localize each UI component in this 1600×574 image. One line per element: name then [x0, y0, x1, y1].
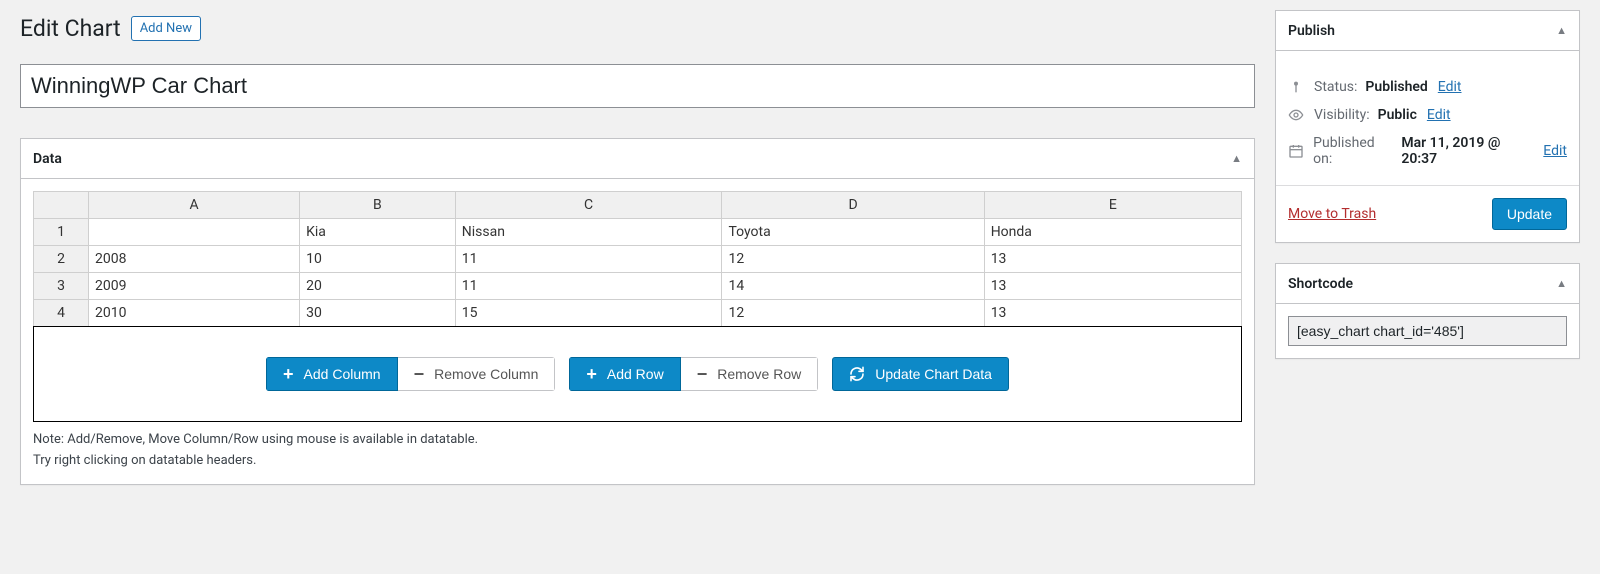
collapse-toggle-icon[interactable]: ▲ [1231, 152, 1242, 165]
cell[interactable]: Toyota [722, 219, 984, 246]
column-header[interactable]: E [984, 192, 1241, 219]
calendar-icon [1288, 143, 1305, 159]
publish-panel-title: Publish [1288, 23, 1335, 39]
data-panel: Data ▲ A B C D E [20, 138, 1255, 485]
cell[interactable]: 14 [722, 273, 984, 300]
note-text: Note: Add/Remove, Move Column/Row using … [33, 430, 1242, 451]
remove-column-button[interactable]: − Remove Column [398, 357, 556, 391]
edit-visibility-link[interactable]: Edit [1427, 107, 1451, 123]
cell[interactable]: 11 [455, 246, 722, 273]
shortcode-panel-title: Shortcode [1288, 276, 1353, 292]
minus-icon: − [414, 365, 425, 383]
eye-icon [1288, 107, 1306, 123]
cell[interactable]: Kia [300, 219, 456, 246]
published-date: Mar 11, 2019 @ 20:37 [1401, 135, 1533, 167]
button-label: Add Column [304, 366, 381, 382]
note-text: Try right clicking on datatable headers. [33, 451, 1242, 472]
add-column-button[interactable]: + Add Column [266, 357, 398, 391]
add-row-button[interactable]: + Add Row [569, 357, 680, 391]
move-to-trash-link[interactable]: Move to Trash [1288, 206, 1376, 222]
cell[interactable] [89, 219, 300, 246]
shortcode-panel: Shortcode ▲ [1275, 263, 1580, 359]
cell[interactable]: 30 [300, 300, 456, 327]
collapse-toggle-icon[interactable]: ▲ [1556, 24, 1567, 37]
page-title: Edit Chart [20, 15, 121, 42]
row-header[interactable]: 1 [34, 219, 89, 246]
column-header[interactable]: D [722, 192, 984, 219]
collapse-toggle-icon[interactable]: ▲ [1556, 277, 1567, 290]
update-chart-data-button[interactable]: Update Chart Data [832, 357, 1009, 391]
button-label: Update Chart Data [875, 366, 992, 382]
refresh-icon [849, 366, 865, 382]
cell[interactable]: Honda [984, 219, 1241, 246]
status-value: Published [1365, 79, 1427, 95]
visibility-label: Visibility: [1314, 107, 1370, 123]
cell[interactable]: 2008 [89, 246, 300, 273]
cell[interactable]: 20 [300, 273, 456, 300]
row-header[interactable]: 4 [34, 300, 89, 327]
plus-icon: + [586, 365, 597, 383]
publish-panel: Publish ▲ Status: Published Edit [1275, 10, 1580, 243]
shortcode-input[interactable] [1288, 316, 1567, 346]
cell[interactable]: 2010 [89, 300, 300, 327]
table-actions: + Add Column − Remove Column + Add Row [33, 326, 1242, 422]
table-row: 4 2010 30 15 12 13 [34, 300, 1242, 327]
column-header[interactable]: B [300, 192, 456, 219]
visibility-value: Public [1378, 107, 1417, 123]
row-header[interactable]: 3 [34, 273, 89, 300]
cell[interactable]: 13 [984, 300, 1241, 327]
published-label: Published on: [1313, 135, 1393, 167]
button-label: Remove Row [717, 366, 801, 382]
data-table[interactable]: A B C D E 1 Kia Nissan To [33, 191, 1242, 327]
button-label: Add Row [607, 366, 664, 382]
table-corner [34, 192, 89, 219]
cell[interactable]: Nissan [455, 219, 722, 246]
plus-icon: + [283, 365, 294, 383]
status-label: Status: [1314, 79, 1357, 95]
cell[interactable]: 15 [455, 300, 722, 327]
chart-title-input[interactable] [20, 64, 1255, 108]
remove-row-button[interactable]: − Remove Row [681, 357, 819, 391]
update-button[interactable]: Update [1492, 198, 1567, 230]
minus-icon: − [697, 365, 708, 383]
cell[interactable]: 13 [984, 273, 1241, 300]
cell[interactable]: 12 [722, 246, 984, 273]
edit-status-link[interactable]: Edit [1438, 79, 1462, 95]
column-header[interactable]: C [455, 192, 722, 219]
column-header[interactable]: A [89, 192, 300, 219]
table-row: 1 Kia Nissan Toyota Honda [34, 219, 1242, 246]
cell[interactable]: 13 [984, 246, 1241, 273]
cell[interactable]: 11 [455, 273, 722, 300]
add-new-button[interactable]: Add New [131, 16, 201, 41]
table-row: 2 2008 10 11 12 13 [34, 246, 1242, 273]
edit-date-link[interactable]: Edit [1543, 143, 1567, 159]
cell[interactable]: 12 [722, 300, 984, 327]
button-label: Remove Column [434, 366, 538, 382]
pin-icon [1288, 79, 1306, 95]
data-panel-title: Data [33, 151, 62, 167]
table-row: 3 2009 20 11 14 13 [34, 273, 1242, 300]
cell[interactable]: 10 [300, 246, 456, 273]
cell[interactable]: 2009 [89, 273, 300, 300]
row-header[interactable]: 2 [34, 246, 89, 273]
